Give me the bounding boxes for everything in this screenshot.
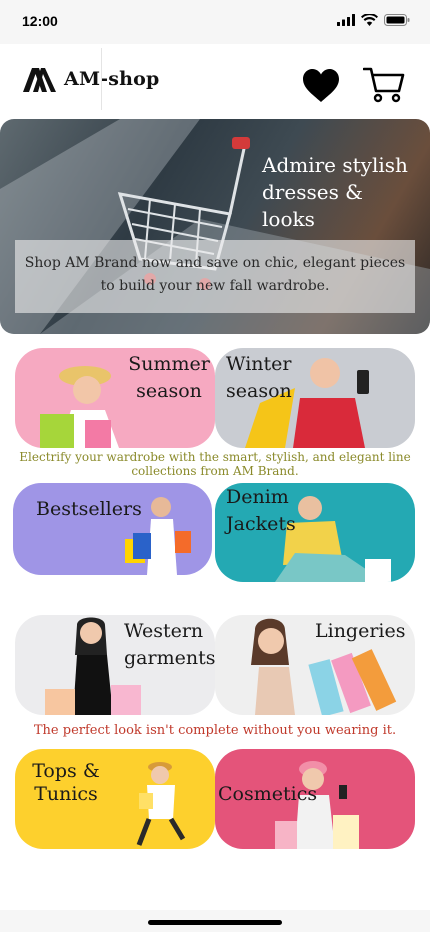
category-label: Western garments bbox=[124, 620, 215, 669]
status-bar: 12:00 bbox=[0, 0, 430, 44]
battery-icon bbox=[384, 14, 410, 26]
category-label: Denim Jackets bbox=[226, 486, 296, 535]
shopping-cart-icon[interactable] bbox=[363, 66, 405, 104]
hero-title: Admire stylish dresses & looks bbox=[262, 153, 408, 231]
category-card-summer-season[interactable]: Summer season bbox=[15, 348, 215, 448]
category-card-cosmetics[interactable]: Cosmetics bbox=[215, 749, 415, 849]
header-divider bbox=[101, 48, 102, 110]
brand-name[interactable]: AM-shop bbox=[64, 68, 160, 90]
category-card-western-garments[interactable]: Western garments bbox=[15, 615, 215, 715]
category-card-lingeries[interactable]: Lingeries bbox=[215, 615, 415, 715]
category-card-denim-jackets[interactable]: Denim Jackets bbox=[215, 483, 415, 582]
status-icons bbox=[337, 14, 410, 26]
category-label: Bestsellers bbox=[36, 498, 142, 520]
category-card-bestsellers[interactable]: Bestsellers bbox=[13, 483, 212, 575]
category-label: Lingeries bbox=[315, 620, 406, 642]
hero-subtitle: Shop AM Brand now and save on chic, eleg… bbox=[24, 255, 406, 294]
category-card-tops-tunics[interactable]: Tops & Tunics bbox=[15, 749, 215, 849]
category-label: Tops & Tunics bbox=[32, 760, 100, 805]
hero-banner[interactable]: Admire stylish dresses & looks Shop AM B… bbox=[0, 119, 430, 334]
category-label: Winter season bbox=[226, 353, 292, 402]
app-header: AM-shop bbox=[0, 44, 430, 116]
tagline-collections: Electrify your wardrobe with the smart, … bbox=[19, 450, 411, 478]
tagline-perfect-look: The perfect look isn't complete without … bbox=[33, 723, 397, 738]
wifi-icon bbox=[361, 14, 378, 26]
category-card-winter-season[interactable]: Winter season bbox=[215, 348, 415, 448]
category-label: Summer season bbox=[128, 353, 210, 402]
brand-logo-icon[interactable] bbox=[23, 68, 56, 92]
cellular-signal-icon bbox=[337, 14, 355, 26]
status-time: 12:00 bbox=[22, 13, 58, 29]
favorites-heart-icon[interactable] bbox=[302, 68, 340, 104]
category-label: Cosmetics bbox=[218, 783, 318, 805]
home-indicator[interactable] bbox=[148, 920, 282, 925]
